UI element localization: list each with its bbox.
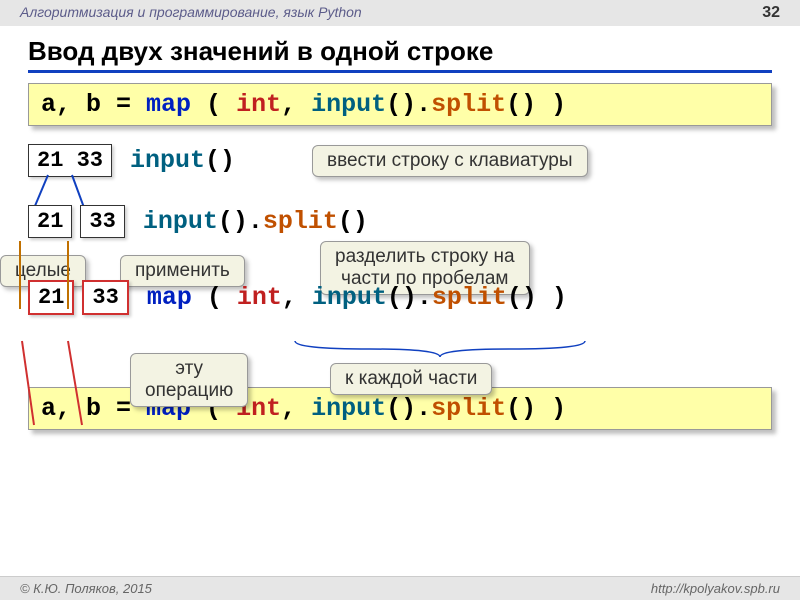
code-end: () ) xyxy=(507,283,567,312)
kw-input: input xyxy=(311,394,386,423)
value-box-33: 33 xyxy=(80,205,124,238)
callout-input: ввести строку с клавиатуры xyxy=(312,145,588,177)
code-end: () xyxy=(338,207,368,236)
page-number: 32 xyxy=(762,4,780,22)
subject-text: Алгоритмизация и программирование, язык … xyxy=(20,4,362,22)
code-parens1: (). xyxy=(386,394,431,423)
row-split: 21 33 input().split() xyxy=(28,205,772,238)
kw-input: input xyxy=(130,146,205,175)
slide-content: a, b = map ( int, input().split() ) 21 3… xyxy=(0,77,800,450)
kw-map: map xyxy=(147,283,192,312)
code-parens: () xyxy=(205,146,235,175)
row-map: 21 33 map ( int, input().split() ) xyxy=(28,280,772,315)
kw-int: int xyxy=(237,283,282,312)
kw-split: split xyxy=(432,283,507,312)
code-split-call: input().split() xyxy=(143,207,368,236)
value-box-21-red: 21 xyxy=(28,280,74,315)
code-comma: , xyxy=(281,90,311,119)
code-parens2: () ) xyxy=(506,394,566,423)
brace-bottom xyxy=(290,339,590,359)
footer-url: http://kpolyakov.spb.ru xyxy=(651,581,780,596)
code-parens2: () ) xyxy=(506,90,566,119)
kw-input: input xyxy=(312,283,387,312)
code-dot: (). xyxy=(218,207,263,236)
code-lhs: a, b = xyxy=(41,90,146,119)
code-dot: (). xyxy=(387,283,432,312)
callout-operation: эту операцию xyxy=(130,353,248,407)
kw-int: int xyxy=(236,90,281,119)
code-main-top: a, b = map ( int, input().split() ) xyxy=(28,83,772,126)
slide-footer: © К.Ю. Поляков, 2015 http://kpolyakov.sp… xyxy=(0,576,800,600)
slide-title: Ввод двух значений в одной строке xyxy=(28,36,772,73)
author-text: © К.Ю. Поляков, 2015 xyxy=(20,581,152,596)
kw-input: input xyxy=(143,207,218,236)
code-parens1: (). xyxy=(386,90,431,119)
kw-input: input xyxy=(311,90,386,119)
kw-split: split xyxy=(431,394,506,423)
code-comma: , xyxy=(282,283,312,312)
code-open: ( xyxy=(191,90,236,119)
code-input-call: input() xyxy=(130,146,235,175)
kw-split: split xyxy=(263,207,338,236)
code-map-call: map ( int, input().split() ) xyxy=(147,283,567,312)
value-box-33-red: 33 xyxy=(82,280,128,315)
kw-split: split xyxy=(431,90,506,119)
value-box-21: 21 xyxy=(28,205,72,238)
slide-header: Алгоритмизация и программирование, язык … xyxy=(0,0,800,26)
callout-each-part: к каждой части xyxy=(330,363,492,395)
kw-map: map xyxy=(146,90,191,119)
value-box-combined: 21 33 xyxy=(28,144,112,177)
code-open: ( xyxy=(192,283,237,312)
code-comma: , xyxy=(281,394,311,423)
